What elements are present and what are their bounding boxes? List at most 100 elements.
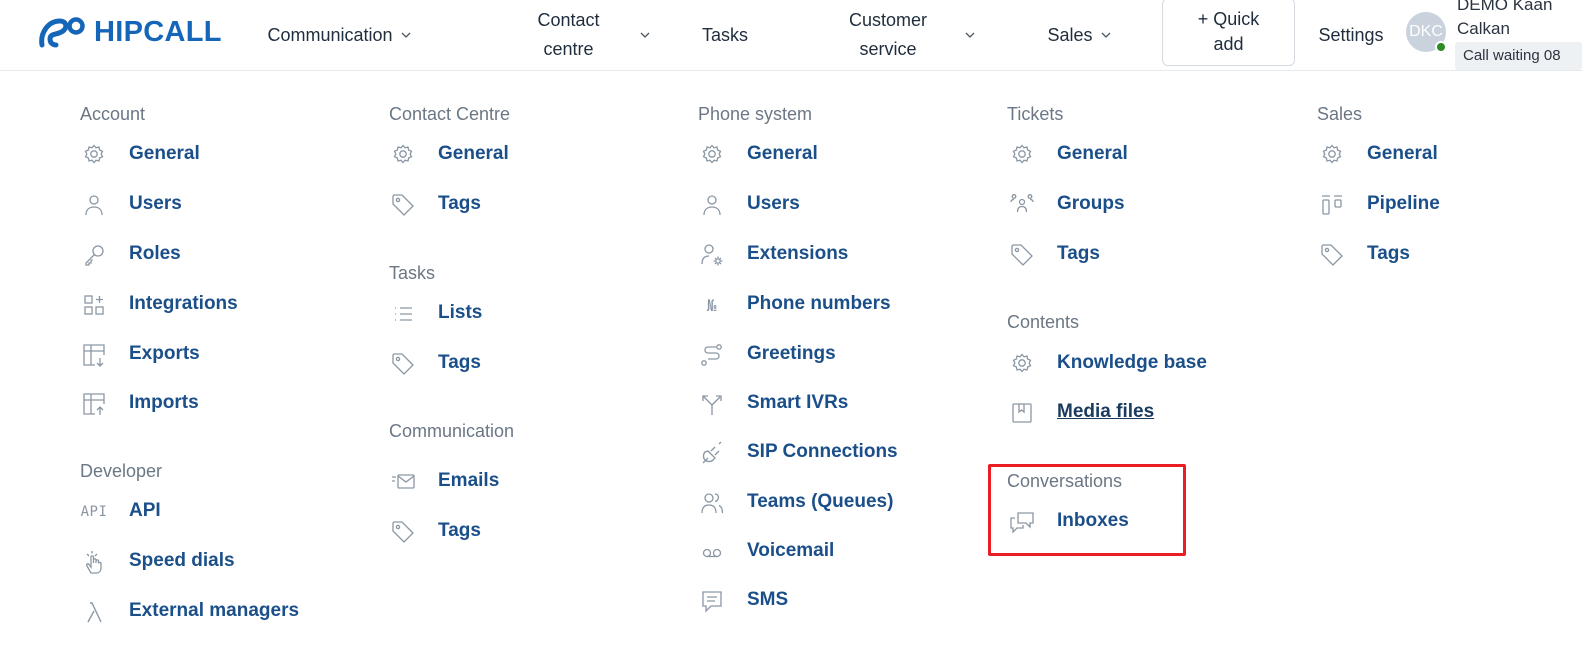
chevron-down-icon: [638, 28, 652, 42]
user-settings-icon: [698, 242, 726, 268]
section-title-phone-system: Phone system: [698, 104, 813, 124]
menu-item-label: External managers: [129, 600, 300, 621]
nav-communication-label: Communication: [267, 24, 393, 45]
menu-item-label: Smart IVRs: [747, 392, 849, 413]
nav-contact-centre-line2: centre: [543, 39, 594, 59]
list-icon: [389, 301, 417, 327]
hand-tap-icon: [80, 549, 108, 575]
menu-item-label: General: [438, 143, 509, 164]
gear-icon: [1318, 142, 1346, 168]
api-icon: API: [80, 504, 108, 520]
gear-icon: [80, 142, 108, 168]
avatar-initials: DKC: [1409, 23, 1443, 40]
book-icon: [1008, 400, 1036, 426]
menu-item-label: SMS: [747, 589, 789, 610]
quick-add-button[interactable]: + Quick add: [1162, 0, 1295, 66]
mail-icon: [389, 469, 417, 495]
menu-item-label: Exports: [129, 343, 200, 364]
user-name-line2: Calkan: [1457, 19, 1510, 38]
nav-customer-service-line1: Customer: [848, 10, 928, 30]
gear-icon: [389, 142, 417, 168]
menu-item-label: Users: [747, 193, 800, 214]
chevron-down-icon: [399, 28, 413, 42]
tag-icon: [1318, 242, 1346, 268]
nav-sales-label: Sales: [1047, 24, 1093, 45]
quick-add-line1: + Quick: [1197, 9, 1260, 29]
nav-customer-service-label: Customer service: [827, 6, 949, 64]
user-name-line1: DEMO Kaan: [1457, 0, 1553, 14]
voicemail-icon: [698, 539, 726, 565]
section-title-developer: Developer: [80, 461, 163, 481]
section-title-communication: Communication: [389, 421, 515, 441]
menu-item-label: General: [1367, 143, 1438, 164]
online-status-dot: [1435, 41, 1447, 53]
menu-item-label: Voicemail: [747, 540, 835, 561]
menu-item-label: Extensions: [747, 243, 849, 264]
menu-item-label: General: [1057, 143, 1128, 164]
grid-plus-icon: [80, 292, 108, 318]
gear-icon: [1008, 351, 1036, 377]
menu-item-label: Tags: [438, 520, 481, 541]
lambda-icon: [80, 599, 108, 625]
number-sign-icon: №: [706, 295, 718, 315]
nav-communication[interactable]: Communication: [250, 0, 430, 70]
hipcall-logo[interactable]: HIPCALL: [38, 14, 222, 50]
nav-customer-service-line2: service: [859, 39, 917, 59]
chevron-down-icon: [963, 28, 977, 42]
section-title-tasks: Tasks: [389, 263, 436, 283]
message-icon: [698, 588, 726, 614]
plug-icon: [698, 440, 726, 466]
menu-item-label: Tags: [1367, 243, 1410, 264]
gear-icon: [698, 142, 726, 168]
nav-settings-label: Settings: [1318, 24, 1384, 45]
tag-icon: [389, 519, 417, 545]
gear-icon: [1008, 142, 1036, 168]
menu-item-label: Lists: [438, 302, 483, 323]
menu-item-label: General: [129, 143, 200, 164]
nav-contact-centre[interactable]: Contact centre: [505, 0, 660, 70]
hipcall-logo-icon: [39, 17, 85, 48]
table-import-icon: [80, 391, 108, 417]
menu-item-label: Tags: [1057, 243, 1100, 264]
nav-customer-service[interactable]: Customer service: [818, 0, 986, 70]
menu-item-label: SIP Connections: [747, 441, 898, 462]
menu-item-label: Pipeline: [1367, 193, 1440, 214]
section-title-tickets: Tickets: [1007, 104, 1064, 124]
user-icon: [80, 192, 108, 218]
top-navigation-bar: HIPCALL Communication Contact centre Tas…: [0, 0, 1582, 71]
group-icon: [1008, 192, 1036, 218]
tag-icon: [389, 351, 417, 377]
users-icon: [698, 490, 726, 516]
menu-item-label: Tags: [438, 352, 481, 373]
tag-icon: [1008, 242, 1036, 268]
menu-item-label: Knowledge base: [1057, 352, 1207, 373]
menu-item-label: Roles: [129, 243, 181, 264]
section-title-sales: Sales: [1317, 104, 1363, 124]
pipeline-icon: [1318, 192, 1346, 218]
route-icon: [698, 342, 726, 368]
menu-item-label: API: [129, 500, 161, 521]
menu-item-label: Media files: [1057, 401, 1155, 422]
highlight-box-conversations: [988, 464, 1186, 556]
menu-item-label: Groups: [1057, 193, 1125, 214]
nav-sales[interactable]: Sales: [1040, 0, 1120, 70]
menu-item-label: Emails: [438, 470, 500, 491]
nav-tasks[interactable]: Tasks: [692, 0, 758, 70]
menu-item-label: Phone numbers: [747, 293, 891, 314]
chevron-down-icon: [1099, 28, 1113, 42]
menu-item-label: Teams (Queues): [747, 491, 894, 512]
key-icon: [80, 242, 108, 268]
nav-contact-centre-line1: Contact: [537, 10, 600, 30]
call-status-badge[interactable]: Call waiting 08: [1455, 42, 1582, 70]
menu-item-label: Tags: [438, 193, 481, 214]
nav-tasks-label: Tasks: [701, 24, 748, 45]
section-title-contact-centre: Contact Centre: [389, 104, 511, 124]
tag-icon: [389, 192, 417, 218]
nav-settings[interactable]: Settings: [1308, 0, 1394, 70]
section-title-contents: Contents: [1007, 312, 1080, 332]
user-icon: [698, 192, 726, 218]
user-name[interactable]: DEMO Kaan Calkan: [1457, 0, 1552, 41]
table-export-icon: [80, 342, 108, 368]
nav-contact-centre-label: Contact centre: [514, 6, 624, 64]
section-title-account: Account: [80, 104, 146, 124]
